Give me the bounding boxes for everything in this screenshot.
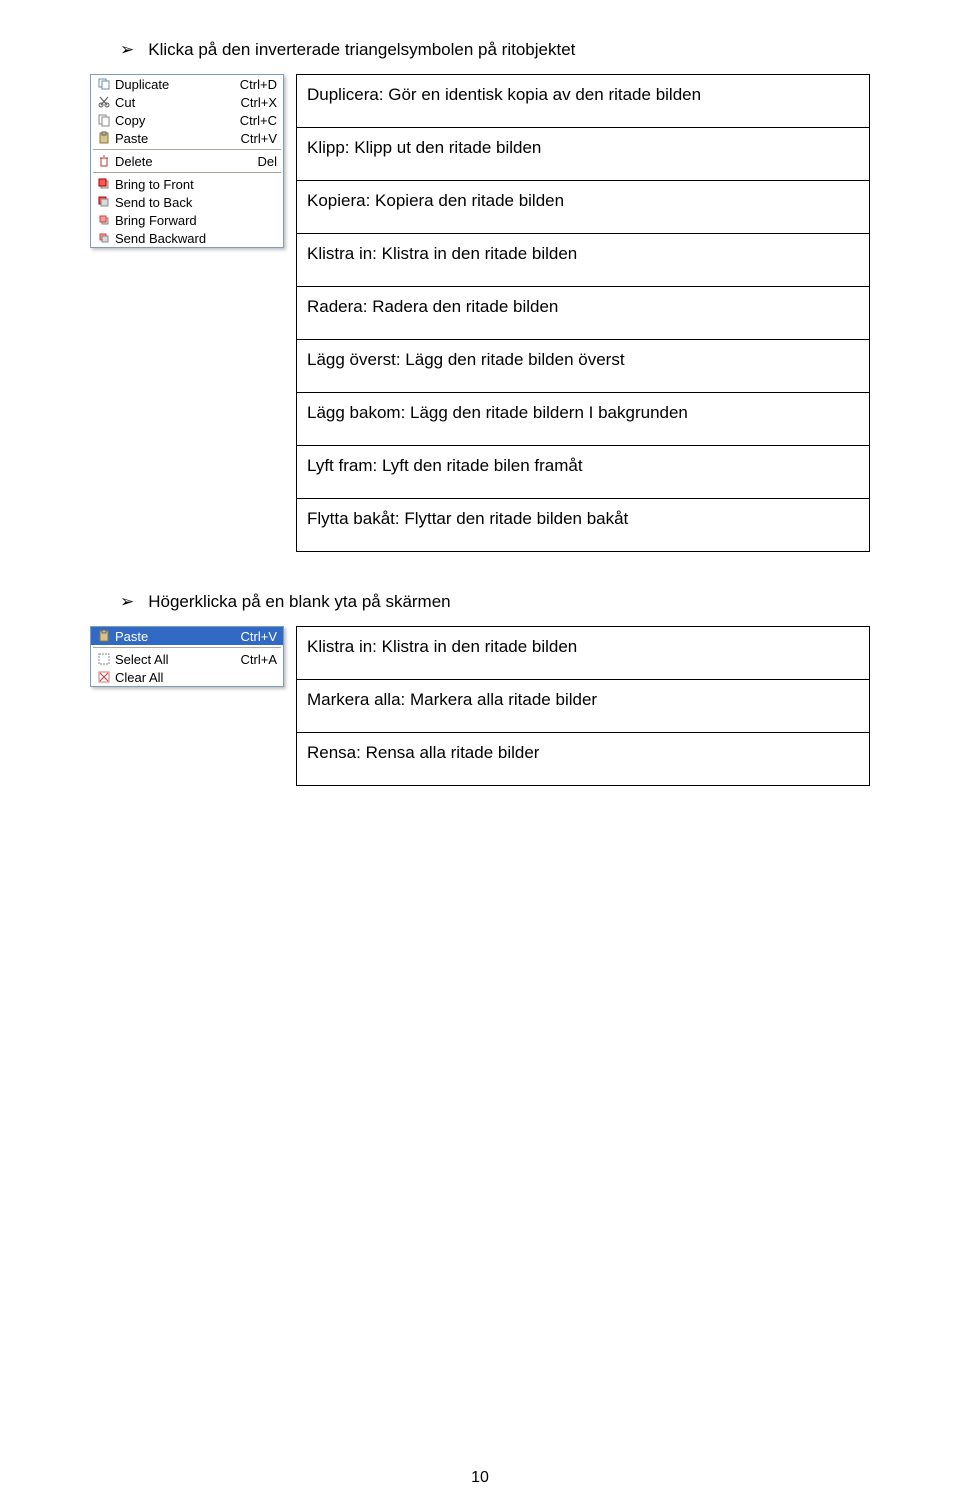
menu-item-paste[interactable]: Paste Ctrl+V xyxy=(91,129,283,147)
copy-icon xyxy=(95,112,113,128)
bullet-chevron-icon: ➢ xyxy=(120,40,134,59)
duplicate-icon xyxy=(95,76,113,92)
menu-item-select-all[interactable]: Select All Ctrl+A xyxy=(91,650,283,668)
menu-item-send-backward[interactable]: Send Backward xyxy=(91,229,283,247)
menu-item-shortcut: Ctrl+C xyxy=(240,113,277,128)
desc-klipp: Klipp: Klipp ut den ritade bilden xyxy=(297,128,870,181)
menu-item-label: Select All xyxy=(115,652,241,667)
menu-item-bring-forward[interactable]: Bring Forward xyxy=(91,211,283,229)
menu-item-label: Paste xyxy=(115,629,241,644)
desc-lyft-fram: Lyft fram: Lyft den ritade bilen framåt xyxy=(297,446,870,499)
menu-item-paste[interactable]: Paste Ctrl+V xyxy=(91,627,283,645)
menu-item-label: Bring Forward xyxy=(115,213,277,228)
delete-icon xyxy=(95,153,113,169)
menu-item-copy[interactable]: Copy Ctrl+C xyxy=(91,111,283,129)
section2-description-table: Klistra in: Klistra in den ritade bilden… xyxy=(296,626,870,786)
section1-heading-line: ➢ Klicka på den inverterade triangelsymbo… xyxy=(120,40,870,60)
menu-item-shortcut: Ctrl+D xyxy=(240,77,277,92)
section1-row: Duplicate Ctrl+D Cut Ctrl+X Copy Ctrl+C xyxy=(90,74,870,552)
menu-item-shortcut: Ctrl+X xyxy=(241,95,277,110)
menu-item-send-to-back[interactable]: Send to Back xyxy=(91,193,283,211)
context-menu-2: Paste Ctrl+V Select All Ctrl+A Clear All xyxy=(90,626,284,687)
menu-item-duplicate[interactable]: Duplicate Ctrl+D xyxy=(91,75,283,93)
menu-item-clear-all[interactable]: Clear All xyxy=(91,668,283,686)
menu-item-label: Cut xyxy=(115,95,241,110)
section1-description-table: Duplicera: Gör en identisk kopia av den … xyxy=(296,74,870,552)
bullet-chevron-icon: ➢ xyxy=(120,592,134,611)
menu-item-label: Duplicate xyxy=(115,77,240,92)
menu-separator xyxy=(93,647,281,648)
menu-item-label: Send Backward xyxy=(115,231,277,246)
scissors-icon xyxy=(95,94,113,110)
paste-icon xyxy=(95,130,113,146)
desc-klistra: Klistra in: Klistra in den ritade bilden xyxy=(297,627,870,680)
bring-forward-icon xyxy=(95,212,113,228)
desc-klistra: Klistra in: Klistra in den ritade bilden xyxy=(297,234,870,287)
menu-item-shortcut: Ctrl+V xyxy=(241,629,277,644)
desc-markera-alla: Markera alla: Markera alla ritade bilder xyxy=(297,680,870,733)
menu-item-shortcut: Ctrl+A xyxy=(241,652,277,667)
desc-duplicera: Duplicera: Gör en identisk kopia av den … xyxy=(297,75,870,128)
menu-item-delete[interactable]: Delete Del xyxy=(91,152,283,170)
menu-item-label: Send to Back xyxy=(115,195,277,210)
desc-radera: Radera: Radera den ritade bilden xyxy=(297,287,870,340)
desc-rensa: Rensa: Rensa alla ritade bilder xyxy=(297,733,870,786)
send-backward-icon xyxy=(95,230,113,246)
desc-kopiera: Kopiera: Kopiera den ritade bilden xyxy=(297,181,870,234)
menu-item-label: Clear All xyxy=(115,670,277,685)
section2-heading: Högerklicka på en blank yta på skärmen xyxy=(148,592,450,611)
context-menu-1: Duplicate Ctrl+D Cut Ctrl+X Copy Ctrl+C xyxy=(90,74,284,248)
menu-item-cut[interactable]: Cut Ctrl+X xyxy=(91,93,283,111)
desc-flytta-bakat: Flytta bakåt: Flyttar den ritade bilden … xyxy=(297,499,870,552)
paste-icon xyxy=(95,628,113,644)
section1-heading: Klicka på den inverterade triangelsymbol… xyxy=(148,40,575,59)
menu-item-shortcut: Ctrl+V xyxy=(241,131,277,146)
send-to-back-icon xyxy=(95,194,113,210)
menu-item-label: Delete xyxy=(115,154,257,169)
menu-item-label: Copy xyxy=(115,113,240,128)
menu-item-shortcut: Del xyxy=(257,154,277,169)
page-number: 10 xyxy=(0,1469,960,1487)
menu-separator xyxy=(93,172,281,173)
menu-item-bring-to-front[interactable]: Bring to Front xyxy=(91,175,283,193)
desc-lagg-overst: Lägg överst: Lägg den ritade bilden över… xyxy=(297,340,870,393)
menu-item-label: Bring to Front xyxy=(115,177,277,192)
section2-heading-line: ➢ Högerklicka på en blank yta på skärmen xyxy=(120,592,870,612)
select-all-icon xyxy=(95,651,113,667)
desc-lagg-bakom: Lägg bakom: Lägg den ritade bildern I ba… xyxy=(297,393,870,446)
page: ➢ Klicka på den inverterade triangelsymbo… xyxy=(0,0,960,1511)
section2-row: Paste Ctrl+V Select All Ctrl+A Clear All xyxy=(90,626,870,786)
menu-separator xyxy=(93,149,281,150)
bring-to-front-icon xyxy=(95,176,113,192)
menu-item-label: Paste xyxy=(115,131,241,146)
clear-all-icon xyxy=(95,669,113,685)
